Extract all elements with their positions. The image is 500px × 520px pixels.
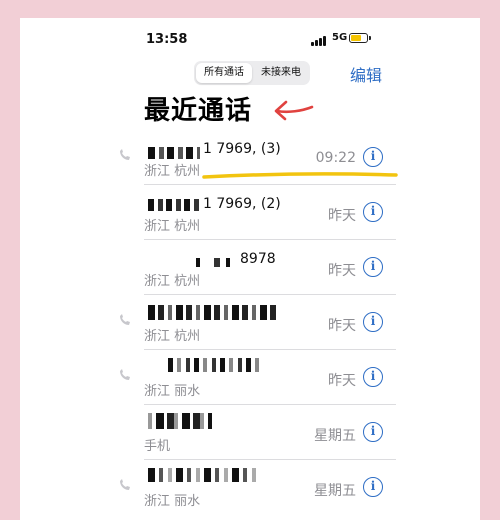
caller-location: 浙江 丽水: [144, 494, 201, 509]
outgoing-call-icon: [120, 479, 130, 490]
caller-name: 1 7969, (2): [203, 196, 281, 212]
caller-location: 浙江 杭州: [144, 219, 201, 234]
tab-missed-calls[interactable]: 未接来电: [254, 63, 308, 83]
redacted-name: [148, 468, 260, 482]
status-bar: 13:58 5G: [20, 18, 480, 58]
caller-location: 浙江 丽水: [144, 384, 201, 399]
redacted-number: [148, 147, 200, 159]
call-time: 昨天: [328, 208, 356, 224]
phone-screen: 13:58 5G 所有通话 未接来电 编辑 最近通话 1 7969, (3) 浙…: [20, 18, 480, 520]
page-title: 最近通话: [144, 96, 253, 126]
call-row[interactable]: 浙江 丽水 昨天 i: [20, 350, 480, 405]
tab-all-calls[interactable]: 所有通话: [196, 63, 252, 83]
call-time: 昨天: [328, 373, 356, 389]
redacted-number: [148, 199, 200, 211]
call-filter-segmented-control: 所有通话 未接来电: [194, 61, 310, 85]
call-time: 昨天: [328, 263, 356, 279]
info-button[interactable]: i: [363, 312, 383, 332]
status-time: 13:58: [146, 32, 188, 47]
redacted-name: [148, 413, 212, 429]
redacted-name: [168, 358, 264, 372]
call-row[interactable]: 8978 浙江 杭州 昨天 i: [20, 240, 480, 295]
info-button[interactable]: i: [363, 147, 383, 167]
outgoing-call-icon: [120, 149, 130, 160]
redacted-name: [148, 305, 280, 320]
redacted-number: [190, 258, 236, 267]
caller-location: 手机: [144, 439, 171, 454]
call-row[interactable]: 浙江 丽水 星期五 i: [20, 460, 480, 515]
call-time: 09:22: [315, 150, 356, 166]
network-label: 5G: [332, 32, 348, 43]
call-time: 昨天: [328, 318, 356, 334]
annotation-arrow-icon: [274, 100, 314, 121]
signal-icon: [311, 36, 329, 46]
annotation-underline: [202, 172, 398, 179]
outgoing-call-icon: [120, 369, 130, 380]
info-button[interactable]: i: [363, 477, 383, 497]
caller-name: 8978: [240, 251, 276, 267]
call-time: 星期五: [314, 483, 356, 499]
call-row[interactable]: 浙江 杭州 昨天 i: [20, 295, 480, 350]
info-button[interactable]: i: [363, 257, 383, 277]
call-time: 星期五: [314, 428, 356, 444]
info-button[interactable]: i: [363, 422, 383, 442]
info-button[interactable]: i: [363, 202, 383, 222]
caller-location: 浙江 杭州: [144, 329, 201, 344]
outgoing-call-icon: [120, 314, 130, 325]
caller-name: 1 7969, (3): [203, 141, 281, 157]
battery-icon: [349, 33, 371, 43]
edit-button[interactable]: 编辑: [350, 62, 382, 86]
call-row[interactable]: 手机 星期五 i: [20, 405, 480, 460]
info-button[interactable]: i: [363, 367, 383, 387]
caller-location: 浙江 杭州: [144, 164, 201, 179]
call-row[interactable]: 1 7969, (2) 浙江 杭州 昨天 i: [20, 185, 480, 240]
caller-location: 浙江 杭州: [144, 274, 201, 289]
